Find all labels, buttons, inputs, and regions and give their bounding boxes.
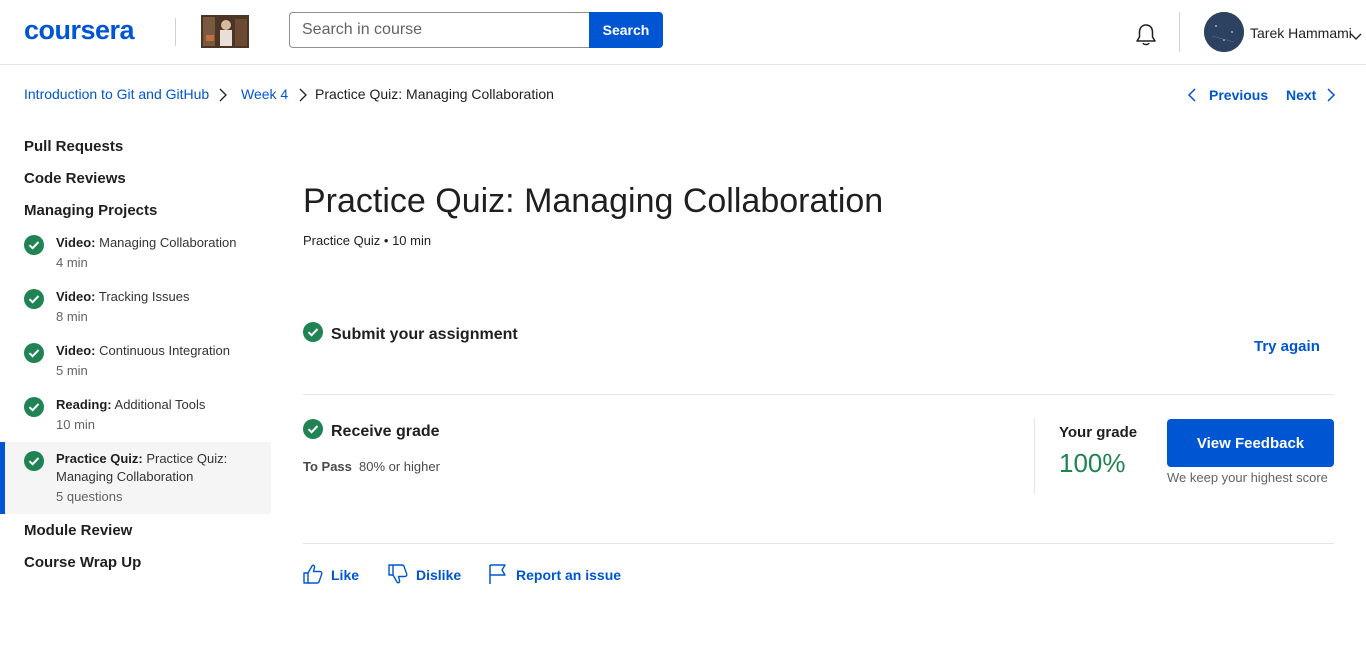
coursera-logo[interactable]: coursera [24, 15, 135, 46]
sidebar-section-module-review[interactable]: Module Review [24, 522, 132, 539]
page-meta: Practice Quiz • 10 min [303, 233, 432, 248]
check-circle-icon [303, 322, 323, 342]
grade-value: 100% [1059, 448, 1126, 478]
to-pass-label: To Pass [303, 459, 352, 474]
check-circle-icon [24, 343, 44, 363]
report-issue-button[interactable]: Report an issue [488, 563, 622, 587]
like-label: Like [331, 567, 360, 583]
sidebar-section-course-wrap-up[interactable]: Course Wrap Up [24, 554, 141, 571]
divider [303, 543, 1334, 544]
dislike-button[interactable]: Dislike [388, 563, 463, 587]
divider [1034, 418, 1035, 494]
user-name[interactable]: Tarek Hammami [1250, 25, 1352, 41]
header-divider [175, 18, 176, 46]
sidebar-item-additional-tools[interactable]: Reading: Additional Tools 10 min [0, 392, 271, 438]
page-title: Practice Quiz: Managing Collaboration [303, 182, 884, 220]
next-link[interactable]: Next [1286, 87, 1316, 103]
breadcrumb-course[interactable]: Introduction to Git and GitHub [24, 86, 209, 102]
dislike-label: Dislike [416, 567, 462, 583]
breadcrumb-current: Practice Quiz: Managing Collaboration [315, 86, 554, 102]
chevron-down-icon[interactable] [1350, 28, 1362, 40]
submit-assignment-label: Submit your assignment [331, 326, 518, 343]
sidebar-item-meta: 5 questions [56, 489, 123, 504]
chevron-left-icon[interactable] [1187, 88, 1197, 102]
sidebar-section-managing-projects[interactable]: Managing Projects [24, 202, 157, 219]
check-circle-icon [24, 289, 44, 309]
chevron-right-icon [218, 88, 228, 102]
chevron-right-icon[interactable] [1326, 88, 1336, 102]
previous-link[interactable]: Previous [1209, 87, 1268, 103]
to-pass-value: 80% or higher [359, 459, 440, 474]
search-button[interactable]: Search [589, 12, 663, 48]
sidebar-item-tracking-issues[interactable]: Video: Tracking Issues 8 min [0, 284, 271, 330]
your-grade-label: Your grade [1059, 424, 1138, 441]
check-circle-icon [24, 235, 44, 255]
sidebar-section-code-reviews[interactable]: Code Reviews [24, 170, 126, 187]
sidebar-item-meta: 4 min [56, 255, 88, 270]
thumbs-up-icon [303, 564, 323, 584]
sidebar-item-continuous-integration[interactable]: Video: Continuous Integration 5 min [0, 338, 271, 384]
sidebar-item-title: Reading: Additional Tools [56, 397, 206, 412]
header-divider [1179, 12, 1180, 52]
chevron-right-icon [298, 88, 308, 102]
sidebar-item-title: Video: Tracking Issues [56, 289, 190, 304]
flag-icon [489, 564, 506, 584]
sidebar-item-meta: 10 min [56, 417, 96, 432]
partner-logo [201, 15, 249, 48]
avatar[interactable] [1204, 12, 1244, 52]
view-feedback-button[interactable]: View Feedback [1167, 419, 1334, 467]
top-bar: coursera Search Tarek Hammami [0, 0, 1366, 65]
sidebar-item-title: Practice Quiz: Practice Quiz: Managing C… [56, 451, 228, 484]
check-circle-icon [24, 451, 44, 471]
divider [303, 394, 1334, 395]
sidebar-item-meta: 5 min [56, 363, 88, 378]
receive-grade-label: Receive grade [331, 423, 440, 440]
try-again-link[interactable]: Try again [1254, 338, 1320, 355]
like-button[interactable]: Like [303, 563, 363, 587]
bell-icon[interactable] [1133, 22, 1159, 48]
check-circle-icon [24, 397, 44, 417]
search-input[interactable] [289, 12, 589, 48]
highest-score-note: We keep your highest score [1167, 470, 1328, 485]
sidebar-item-title: Video: Continuous Integration [56, 343, 230, 358]
check-circle-icon [303, 419, 323, 439]
sidebar-item-meta: 8 min [56, 309, 88, 324]
sidebar-item-practice-quiz[interactable]: Practice Quiz: Practice Quiz: Managing C… [0, 442, 271, 514]
sidebar-section-pull-requests[interactable]: Pull Requests [24, 138, 123, 155]
sidebar-item-title: Video: Managing Collaboration [56, 235, 237, 250]
breadcrumb-week[interactable]: Week 4 [241, 86, 288, 102]
report-issue-label: Report an issue [516, 567, 622, 583]
thumbs-down-icon [388, 564, 408, 584]
sidebar-item-managing-collaboration[interactable]: Video: Managing Collaboration 4 min [0, 230, 271, 276]
